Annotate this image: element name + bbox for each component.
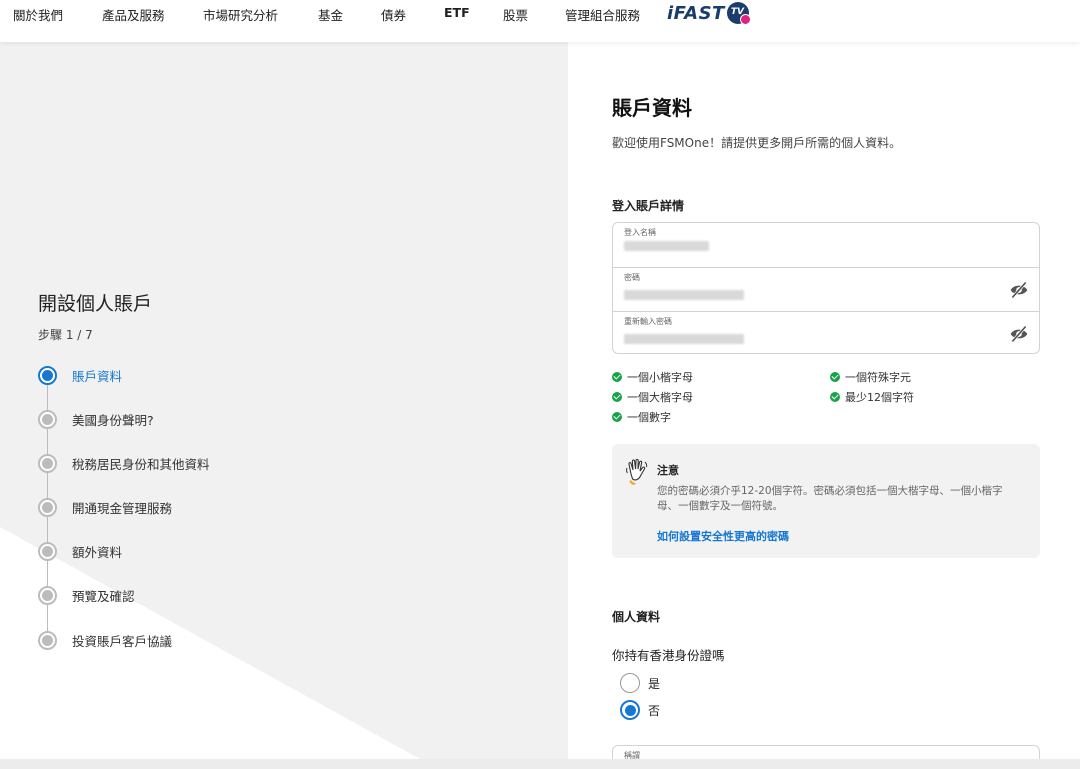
step-label: 額外資料 bbox=[72, 544, 123, 560]
form-title: 賬戶資料 bbox=[612, 96, 692, 120]
rule-text: 一個符殊字元 bbox=[845, 371, 911, 384]
nav-item-products[interactable]: 產品及服務 bbox=[102, 5, 165, 24]
step-label: 美國身份聲明? bbox=[72, 412, 154, 428]
check-icon bbox=[612, 372, 622, 382]
rule-digit: 一個數字 bbox=[612, 409, 671, 425]
horizontal-scrollbar[interactable] bbox=[0, 759, 1080, 769]
nav-item-bonds[interactable]: 債券 bbox=[381, 5, 406, 24]
note-title: 注意 bbox=[657, 464, 679, 477]
username-field[interactable]: 登入名稱 bbox=[613, 223, 1039, 267]
check-icon bbox=[830, 372, 840, 382]
personal-section-title: 個人資料 bbox=[612, 610, 661, 624]
login-section-title: 登入賬戶詳情 bbox=[612, 199, 685, 213]
step-pending-icon bbox=[38, 409, 57, 429]
background-shape bbox=[0, 527, 420, 759]
nav-item-portfolio[interactable]: 管理組合服務 bbox=[565, 5, 640, 24]
check-icon bbox=[830, 392, 840, 402]
radio-no[interactable]: 否 bbox=[612, 700, 660, 720]
step-label: 賬戶資料 bbox=[72, 368, 123, 384]
rule-text: 最少12個字符 bbox=[845, 391, 914, 404]
username-label: 登入名稱 bbox=[624, 228, 656, 237]
nav-item-funds[interactable]: 基金 bbox=[318, 5, 343, 24]
step-label: 開通現金管理服務 bbox=[72, 500, 173, 516]
rule-text: 一個小楷字母 bbox=[627, 371, 693, 384]
eye-slash-icon[interactable] bbox=[1009, 324, 1029, 344]
form-subtitle: 歡迎使用FSMOne！請提供更多開戶所需的個人資料。 bbox=[612, 136, 902, 150]
step-additional-info[interactable]: 額外資料 bbox=[38, 541, 122, 561]
rule-text: 一個數字 bbox=[627, 411, 671, 424]
radio-yes[interactable]: 是 bbox=[612, 673, 660, 693]
waving-hand-icon bbox=[626, 458, 648, 485]
hkid-question: 你持有香港身份證嗎 bbox=[612, 648, 725, 663]
radio-unchecked-icon bbox=[620, 673, 640, 693]
top-navigation: 關於我們 產品及服務 市場研究分析 基金 債券 ETF 股票 管理組合服務 iF… bbox=[0, 0, 1080, 42]
nav-item-etf[interactable]: ETF bbox=[444, 5, 470, 20]
step-label: 稅務居民身份和其他資料 bbox=[72, 456, 210, 472]
step-cash-management[interactable]: 開通現金管理服務 bbox=[38, 497, 172, 517]
radio-label: 否 bbox=[648, 703, 661, 718]
login-fields-box: 登入名稱 密碼 重新輸入密碼 bbox=[612, 222, 1040, 354]
password-field[interactable]: 密碼 bbox=[613, 267, 1039, 311]
nav-item-stocks[interactable]: 股票 bbox=[503, 5, 528, 24]
step-label: 預覽及確認 bbox=[72, 588, 135, 604]
step-us-declaration[interactable]: 美國身份聲明? bbox=[38, 409, 154, 429]
step-pending-icon bbox=[38, 497, 57, 517]
step-pending-icon bbox=[38, 541, 57, 561]
logo-text: iFAST bbox=[667, 2, 725, 24]
confirm-password-label: 重新輸入密碼 bbox=[624, 317, 672, 326]
form-panel: 賬戶資料 歡迎使用FSMOne！請提供更多開戶所需的個人資料。 登入賬戶詳情 登… bbox=[568, 42, 1080, 769]
rule-uppercase: 一個大楷字母 bbox=[612, 389, 693, 405]
step-label: 投資賬戶客戶協議 bbox=[72, 633, 173, 649]
steps-panel: 開設個人賬戶 步驟 1 / 7 賬戶資料 美國身份聲明? 稅務居民身份和其他資料… bbox=[0, 42, 568, 759]
radio-checked-icon bbox=[620, 700, 640, 720]
nav-item-about[interactable]: 關於我們 bbox=[13, 5, 63, 24]
password-value-masked bbox=[624, 290, 744, 300]
page-title: 開設個人賬戶 bbox=[38, 293, 153, 315]
check-icon bbox=[612, 412, 622, 422]
nav-item-research[interactable]: 市場研究分析 bbox=[203, 5, 278, 24]
step-account-info[interactable]: 賬戶資料 bbox=[38, 365, 122, 385]
eye-slash-icon[interactable] bbox=[1009, 280, 1029, 300]
ifast-tv-logo[interactable]: iFAST TV bbox=[667, 0, 751, 26]
step-active-icon bbox=[38, 365, 57, 385]
confirm-password-field[interactable]: 重新輸入密碼 bbox=[613, 311, 1039, 355]
check-icon bbox=[612, 392, 622, 402]
step-pending-icon bbox=[38, 630, 57, 650]
step-pending-icon bbox=[38, 585, 57, 605]
rule-lowercase: 一個小楷字母 bbox=[612, 369, 693, 385]
secure-password-link[interactable]: 如何設置安全性更高的密碼 bbox=[657, 528, 789, 544]
step-counter: 步驟 1 / 7 bbox=[38, 328, 93, 342]
step-pending-icon bbox=[38, 453, 57, 473]
rule-special-char: 一個符殊字元 bbox=[830, 369, 911, 385]
username-value-redacted bbox=[624, 241, 709, 251]
tv-badge-icon: TV bbox=[726, 2, 751, 25]
password-note: 注意 您的密碼必須介乎12-20個字符。密碼必須包括一個大楷字母、一個小楷字母、… bbox=[612, 444, 1040, 558]
rule-text: 一個大楷字母 bbox=[627, 391, 693, 404]
rule-min-length: 最少12個字符 bbox=[830, 389, 914, 405]
confirm-password-value-masked bbox=[624, 334, 744, 344]
radio-label: 是 bbox=[648, 676, 661, 691]
step-tax-residency[interactable]: 稅務居民身份和其他資料 bbox=[38, 453, 210, 473]
step-client-agreement[interactable]: 投資賬戶客戶協議 bbox=[38, 630, 172, 650]
step-preview-confirm[interactable]: 預覽及確認 bbox=[38, 585, 135, 605]
note-text: 您的密碼必須介乎12-20個字符。密碼必須包括一個大楷字母、一個小楷字母、一個數… bbox=[657, 485, 1003, 512]
logo-badge-text: TV bbox=[730, 7, 744, 17]
password-label: 密碼 bbox=[624, 273, 640, 282]
